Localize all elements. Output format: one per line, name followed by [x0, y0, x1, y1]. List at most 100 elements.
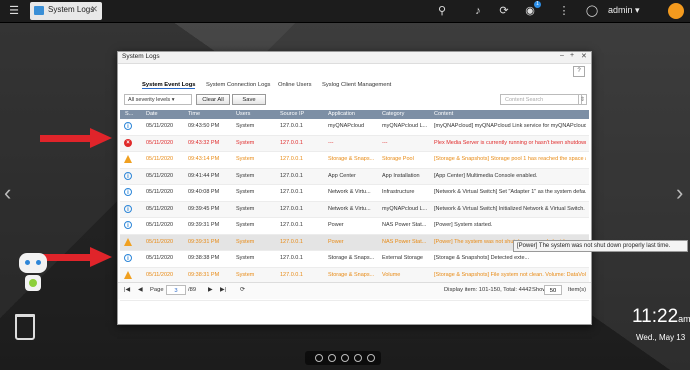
cell-category: NAS Power Stat... — [382, 222, 427, 228]
dashboard-icon[interactable] — [668, 3, 684, 19]
cell-time: 09:40:08 PM — [188, 189, 220, 195]
first-page-icon[interactable]: |◀ — [124, 287, 130, 293]
help-button[interactable]: ? — [573, 66, 585, 77]
cell-category: Infrastructure — [382, 189, 415, 195]
table-row[interactable]: i 05/11/2020 09:43:50 PM System 127.0.0.1 myQ… — [120, 119, 589, 136]
dock-item-icon[interactable] — [315, 354, 323, 362]
cell-application: Power — [328, 238, 344, 245]
search-options-icon[interactable]: ⇕ — [578, 94, 587, 105]
col-category[interactable]: Category — [382, 111, 404, 117]
table-row[interactable]: i 05/11/2020 09:39:31 PM System 127.0.0.1 Pow… — [120, 218, 589, 235]
refresh-icon[interactable]: ⟳ — [240, 287, 245, 293]
cell-content: [App Center] Multimedia Console enabled. — [434, 172, 538, 179]
col-users[interactable]: Users — [236, 111, 250, 117]
cell-category: External Storage — [382, 255, 423, 261]
table-row[interactable]: i 05/11/2020 09:38:38 PM System 127.0.0.1 Sto… — [120, 251, 589, 268]
severity-select[interactable]: All severity levels ▾ — [124, 94, 192, 105]
top-bar: ☰ System Logs ✕ ⚲ ♪ ⟳ ◉ 1 ⋮ ◯ admin ▾ — [0, 0, 690, 23]
last-page-icon[interactable]: ▶| — [220, 287, 226, 293]
info-icon: i — [124, 188, 132, 196]
table-row[interactable]: i 05/11/2020 09:40:08 PM System 127.0.0.1 Net… — [120, 185, 589, 202]
page-label: Page — [150, 287, 164, 293]
user-icon[interactable]: ◯ — [584, 3, 600, 19]
desktop-right-arrow-icon[interactable]: › — [676, 180, 683, 206]
cell-category: Storage Pool — [382, 156, 414, 162]
cell-application: Storage & Snaps... — [328, 156, 375, 162]
tab-online-users[interactable]: Online Users — [278, 82, 312, 88]
items-per-page-select[interactable]: 50 — [544, 285, 562, 295]
cell-date: 05/11/2020 — [146, 172, 174, 179]
cell-date: 05/11/2020 — [146, 271, 174, 278]
maximize-icon[interactable]: + — [570, 52, 574, 59]
cell-category: myQNAPcloud L... — [382, 205, 428, 212]
table-row[interactable]: 05/11/2020 09:43:14 PM System 127.0.0.1 Stor… — [120, 152, 589, 169]
cell-date: 05/11/2020 — [146, 255, 174, 261]
cell-date: 05/11/2020 — [146, 123, 174, 129]
col-content[interactable]: Content — [434, 111, 453, 117]
user-menu[interactable]: admin ▾ — [608, 5, 640, 16]
info-icon: i — [124, 204, 132, 213]
table-header: S... Date Time Users Source IP Applicati… — [120, 110, 589, 119]
window-title: System Logs — [122, 53, 160, 60]
col-source-ip[interactable]: Source IP — [280, 111, 304, 117]
tab-system-event-logs[interactable]: System Event Logs — [142, 82, 196, 89]
cell-category: Volume — [382, 271, 401, 278]
info-icon: i — [124, 254, 132, 262]
col-time[interactable]: Time — [188, 111, 200, 117]
clear-all-button[interactable]: Clear All — [196, 94, 230, 105]
volume-icon[interactable]: ♪ — [470, 3, 486, 19]
cell-date: 05/11/2020 — [146, 222, 174, 228]
app-tab-label: System Logs — [48, 5, 95, 14]
cell-category: --- — [382, 139, 388, 146]
cell-user: System — [236, 139, 255, 146]
desktop-left-arrow-icon[interactable]: ‹ — [4, 180, 11, 206]
options-icon[interactable]: ⋮ — [556, 3, 572, 19]
event-notifications-icon[interactable]: ◉ 1 — [522, 1, 541, 19]
recycle-bin-icon[interactable] — [15, 314, 35, 340]
info-icon: i — [124, 221, 132, 229]
table-row[interactable]: × 05/11/2020 09:43:32 PM System 127.0.0.1 ---… — [120, 135, 589, 152]
tab-system-connection-logs[interactable]: System Connection Logs — [206, 82, 270, 88]
search-icon[interactable]: ⚲ — [434, 3, 450, 19]
cell-source-ip: 127.0.0.1 — [280, 139, 303, 146]
dock-item-icon[interactable] — [341, 354, 349, 362]
background-tasks-icon[interactable]: ⟳ — [496, 3, 512, 19]
cell-time: 09:41:44 PM — [188, 172, 220, 179]
user-name: admin — [608, 5, 633, 15]
tab-syslog-client-management[interactable]: Syslog Client Management — [322, 82, 391, 88]
save-button[interactable]: Save — [232, 94, 266, 105]
menu-icon[interactable]: ☰ — [6, 3, 22, 19]
info-icon: i — [124, 122, 132, 130]
prev-page-icon[interactable]: ◀ — [138, 287, 142, 293]
cell-application: myQNAPcloud — [328, 123, 365, 129]
cell-date: 05/11/2020 — [146, 189, 174, 195]
cell-category: App Installation — [382, 172, 420, 179]
next-page-icon[interactable]: ▶ — [208, 287, 212, 293]
table-row[interactable]: i 05/11/2020 09:39:45 PM System 127.0.0.1 Net… — [120, 201, 589, 218]
window-title-bar: System Logs – + ✕ — [118, 52, 591, 64]
page-input[interactable]: 3 — [166, 285, 186, 295]
col-date[interactable]: Date — [146, 111, 158, 117]
clock-time: 11:22 — [632, 306, 679, 327]
pagination-bar: |◀ ◀ Page 3 /89 ▶ ▶| ⟳ Display item: 101… — [118, 282, 591, 299]
cell-time: 09:38:38 PM — [188, 255, 220, 261]
cell-content: Plex Media Server is currently running o… — [434, 139, 586, 146]
cell-content: [Network & Virtual Switch] Set "Adapter … — [434, 189, 586, 195]
cell-time: 09:43:14 PM — [188, 156, 220, 162]
cell-time: 09:38:31 PM — [188, 271, 220, 278]
cell-category: myQNAPcloud L... — [382, 123, 428, 129]
qnap-robot-icon[interactable] — [15, 253, 51, 295]
dock-item-icon[interactable] — [328, 354, 336, 362]
close-window-icon[interactable]: ✕ — [581, 52, 587, 60]
close-tab-icon[interactable]: ✕ — [90, 4, 98, 15]
content-search-input[interactable]: Content Search — [500, 94, 582, 105]
content-tooltip: [Power] The system was not shut down pro… — [513, 240, 688, 252]
minimize-icon[interactable]: – — [560, 52, 564, 59]
dock-item-icon[interactable] — [354, 354, 362, 362]
cell-application: --- — [328, 139, 334, 146]
table-row[interactable]: i 05/11/2020 09:41:44 PM System 127.0.0.1 App… — [120, 168, 589, 185]
col-severity[interactable]: S... — [125, 111, 133, 117]
dock-item-icon[interactable] — [367, 354, 375, 362]
app-tab[interactable]: System Logs ✕ — [30, 2, 102, 20]
col-application[interactable]: Application — [328, 111, 355, 117]
